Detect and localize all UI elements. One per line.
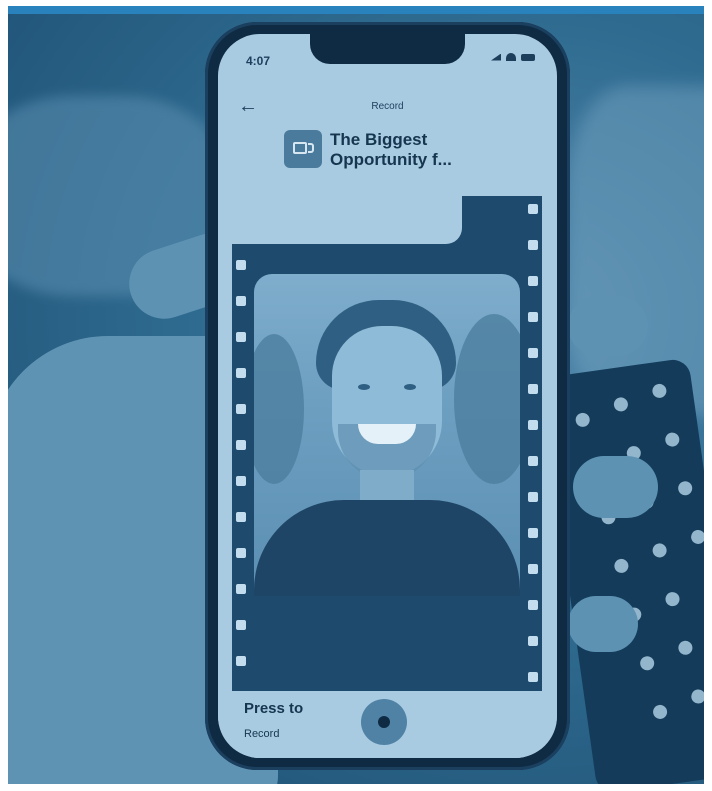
- status-icons: [491, 53, 535, 61]
- film-sprocket: [528, 492, 538, 502]
- film-sprocket: [528, 240, 538, 250]
- hand-finger: [568, 296, 648, 356]
- film-sprocket: [236, 404, 246, 414]
- record-label: Record: [244, 728, 280, 740]
- phone: 4:07 ← Record The Biggest Opportunity f.…: [205, 22, 570, 770]
- film-sprocket: [236, 476, 246, 486]
- film-sprocket: [236, 260, 246, 270]
- signal-icon: [491, 53, 501, 61]
- film-sprocket: [528, 204, 538, 214]
- film-sprocket: [528, 348, 538, 358]
- film-sprocket: [236, 548, 246, 558]
- film-sprocket: [236, 512, 246, 522]
- film-sprocket: [528, 564, 538, 574]
- person-eye: [358, 384, 370, 390]
- video-camera-icon: [284, 130, 322, 168]
- film-sprocket: [528, 600, 538, 610]
- film-sprocket: [528, 276, 538, 286]
- film-sprocket: [236, 296, 246, 306]
- background-tree: [254, 334, 304, 484]
- hand-finger: [573, 456, 658, 518]
- record-dot-icon: [378, 716, 390, 728]
- battery-icon: [521, 53, 535, 61]
- video-preview: [254, 274, 520, 596]
- person-shirt: [254, 500, 520, 596]
- film-sprocket: [236, 440, 246, 450]
- film-sprocket: [528, 456, 538, 466]
- record-button[interactable]: [361, 699, 407, 745]
- top-band: [8, 6, 704, 14]
- hand-finger: [568, 596, 638, 652]
- status-time: 4:07: [246, 54, 271, 68]
- film-sprocket: [528, 420, 538, 430]
- film-strip-cutout: [232, 196, 462, 244]
- film-sprocket: [528, 312, 538, 322]
- background-tree: [454, 314, 520, 484]
- phone-screen: 4:07 ← Record The Biggest Opportunity f.…: [218, 34, 557, 758]
- phone-notch: [310, 34, 465, 64]
- film-sprocket: [528, 636, 538, 646]
- wifi-icon: [506, 53, 516, 61]
- film-sprocket: [236, 368, 246, 378]
- video-title: The Biggest Opportunity f...: [330, 130, 452, 169]
- person-eye: [404, 384, 416, 390]
- film-sprocket: [236, 656, 246, 666]
- film-sprocket: [528, 384, 538, 394]
- film-sprocket: [236, 332, 246, 342]
- press-label: Press to: [244, 700, 304, 717]
- film-sprocket: [236, 584, 246, 594]
- page-title: Record: [371, 101, 404, 112]
- film-sprocket: [528, 528, 538, 538]
- film-sprocket: [236, 620, 246, 630]
- film-sprocket: [528, 672, 538, 682]
